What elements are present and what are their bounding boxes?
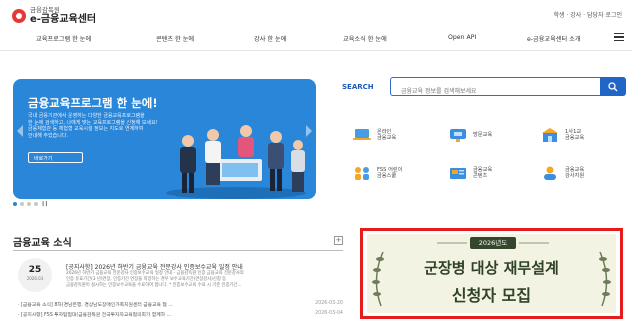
banner-year-ribbon: 2026년도: [470, 237, 516, 249]
slide-dot[interactable]: [13, 202, 17, 206]
news-item-date: 2026-03-04: [315, 311, 343, 316]
logo-title: e-금융교육센터: [30, 13, 97, 25]
presentation-icon: [450, 129, 466, 142]
news-item-date: 2026-03-20: [315, 301, 343, 306]
banner-subheadline: 신청자 모집: [451, 286, 532, 305]
logo-subtitle: 금융감독원: [30, 6, 60, 14]
quick-fss-kids-school[interactable]: FSS 어린이 금융스쿨: [352, 158, 444, 188]
hero-go-button[interactable]: 바로가기: [28, 152, 83, 163]
quick-visit-education[interactable]: 방문교육: [448, 120, 540, 150]
nav-contents[interactable]: 콘텐츠 한 눈에: [156, 34, 194, 43]
banner-headline: 군장병 대상 재무설계: [424, 259, 559, 277]
site-logo[interactable]: 금융감독원 e-금융교육센터: [12, 7, 96, 25]
pause-icon[interactable]: ❙❙: [41, 201, 48, 207]
search-icon: [608, 81, 618, 91]
children-icon: [355, 167, 369, 180]
hero-title: 금융교육프로그램 한 눈에!: [28, 96, 158, 110]
nav-instructor[interactable]: 강사 한 눈에: [254, 34, 286, 43]
slide-pagination: ❙❙: [13, 201, 48, 207]
recruitment-banner[interactable]: 2026년도 군장병 대상 재무설계 신청자 모집: [360, 228, 623, 319]
news-divider: [13, 250, 343, 251]
banner-content: 2026년도 군장병 대상 재무설계 신청자 모집: [367, 234, 616, 313]
nav-news[interactable]: 교육소식 한 눈에: [343, 34, 387, 43]
news-more-button[interactable]: +: [334, 236, 343, 245]
people-illustration: [166, 125, 306, 199]
hero-slide[interactable]: 금융교육프로그램 한 눈에! 국내 금융기관에서 운영하는 다양한 금융교육프로…: [13, 79, 316, 199]
quick-menu: 온라인 금융교육 방문교육 1사1교 금융교육 FSS 어린이 금융스쿨 금융교…: [350, 118, 626, 190]
search-input[interactable]: [391, 83, 600, 100]
search-button[interactable]: [600, 77, 626, 96]
slide-dot[interactable]: [27, 202, 31, 206]
slide-dot[interactable]: [34, 202, 38, 206]
instructor-icon: [544, 166, 556, 180]
school-icon: [542, 128, 558, 142]
slide-dot[interactable]: [20, 202, 24, 206]
contents-icon: [450, 168, 466, 179]
main-navigation: 교육프로그램 한 눈에 콘텐츠 한 눈에 강사 한 눈에 교육소식 한 눈에 O…: [0, 30, 632, 46]
nav-program[interactable]: 교육프로그램 한 눈에: [36, 34, 91, 43]
nav-about[interactable]: e-금융교육센터 소개: [527, 34, 581, 43]
featured-news-title[interactable]: [공지사항] 2026년 하반기 금융교육 전문강사 인증보수교육 일정 안내: [66, 262, 243, 271]
nav-divider: [0, 50, 632, 51]
featured-day: 25: [28, 265, 42, 275]
search-label: SEARCH: [342, 83, 374, 91]
fss-logo-icon: [12, 8, 26, 23]
quick-instructor-support[interactable]: 금융교육 강사지원: [540, 158, 632, 188]
quick-online-education[interactable]: 온라인 금융교육: [352, 120, 444, 150]
menu-icon[interactable]: [614, 33, 624, 42]
featured-news-summary: 2026년 하반기 금융교육 전문강사 인증보수교육 일정 안내 - 금융감독원…: [66, 271, 244, 288]
quick-education-contents[interactable]: 금융교육 콘텐츠: [448, 158, 540, 188]
laptop-icon: [353, 129, 371, 140]
featured-year-month: 2026.03: [26, 276, 44, 281]
news-section-title: 금융교육 소식: [13, 238, 72, 249]
nav-open-api[interactable]: Open API: [448, 34, 476, 41]
slide-prev-icon[interactable]: [17, 125, 23, 137]
search-field: [390, 77, 600, 100]
news-item-title[interactable]: · [공지사항] FSS 투자탐험대(금융감독원 전국투자자교육협의회가 함께하…: [18, 311, 171, 318]
hero-description: 국내 금융기관에서 운영하는 다양한 금융교육프로그램을 한 눈에 검색하고, …: [28, 113, 158, 139]
featured-date-badge: 25 2026.03: [18, 258, 52, 292]
login-links[interactable]: 학생 · 강사 · 담당자 로그인: [553, 10, 622, 19]
quick-one-company-one-school[interactable]: 1사1교 금융교육: [540, 120, 632, 150]
news-item-title[interactable]: · [금융교육 소식] 8차(경남은행, 경상남도장애인가족지원센터 금융교육 …: [18, 301, 173, 308]
